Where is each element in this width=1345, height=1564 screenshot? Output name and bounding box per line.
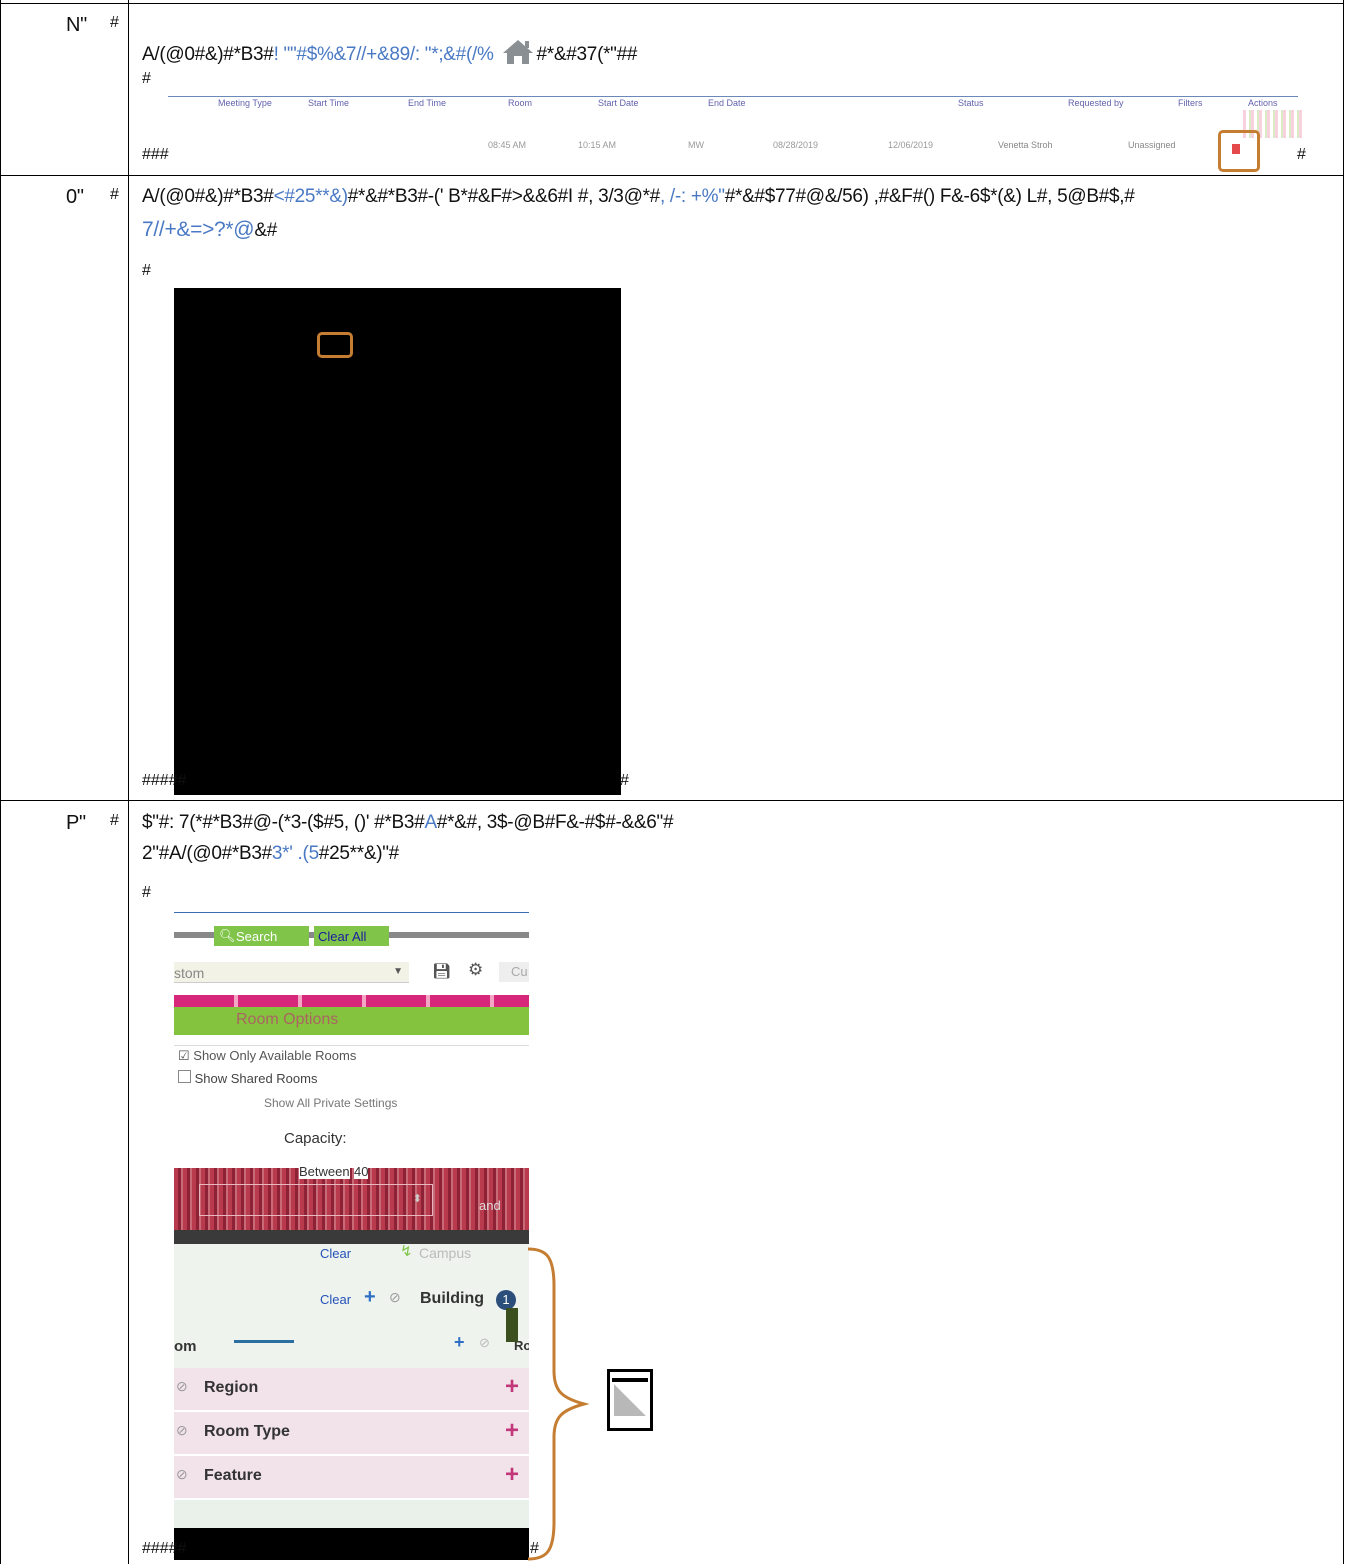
col-header-room: Room xyxy=(508,98,533,108)
col-header-start-date: Start Date xyxy=(598,98,639,108)
col-header-status: Status xyxy=(958,98,984,108)
end-hash-right-2: # xyxy=(620,772,629,789)
step-number-1: N" xyxy=(66,14,87,36)
col-header-filters: Filters xyxy=(1178,98,1203,108)
ban-icon: ⊘ xyxy=(176,1378,188,1394)
room-options-header[interactable]: Room Options xyxy=(174,1007,529,1035)
highlight-box-assign xyxy=(1218,130,1260,172)
home-icon xyxy=(501,38,535,72)
campus-filter-label[interactable]: Campus xyxy=(419,1245,471,1261)
ban-icon: ⊘ xyxy=(389,1289,401,1305)
blank-line-hash-1: # xyxy=(142,70,151,87)
table-border-left xyxy=(0,0,1,1564)
step-3-line-2: 2"#A/(@0#*B3#3*' .(5#25**&)"# xyxy=(142,843,399,864)
capacity-range: Between 40 ⬍ and xyxy=(174,1164,529,1230)
table-column-divider xyxy=(128,0,129,1564)
step-number-3: P" xyxy=(66,812,86,834)
clear-all-button[interactable]: Clear All xyxy=(314,926,389,946)
checkbox-icon xyxy=(178,1070,191,1083)
end-hash-left-1: ### xyxy=(142,146,169,163)
ban-icon: ⊘ xyxy=(176,1466,188,1482)
plus-icon[interactable]: + xyxy=(505,1417,519,1445)
chevron-down-icon: ▼ xyxy=(393,966,403,977)
search-icon: 🔍︎ xyxy=(219,928,236,943)
plus-icon[interactable]: + xyxy=(505,1373,519,1401)
show-all-checkbox[interactable]: Show All Private Settings xyxy=(264,1096,397,1110)
end-hash-right-3: # xyxy=(530,1540,539,1557)
plus-icon[interactable]: + xyxy=(505,1461,519,1489)
redacted-bar xyxy=(174,1528,529,1560)
show-only-available-checkbox[interactable]: ☑ Show Only Available Rooms xyxy=(178,1048,356,1064)
blank-line-hash-2: # xyxy=(142,262,151,279)
step-1-text: A/(@0#&)#*B3#! ""#$%&7//+&89/: "*;&#(/% … xyxy=(142,38,637,72)
table-border-top xyxy=(0,3,1344,4)
spinner-icon: ⬍ xyxy=(412,1193,422,1205)
gear-icon[interactable]: ⚙ xyxy=(468,960,483,980)
highlight-box-2 xyxy=(317,332,353,358)
step-2-line-1: A/(@0#&)#*B3#<#25**&)#*&#*B3#-(' B*#&F#>… xyxy=(142,186,1135,207)
clear-building-link[interactable]: Clear xyxy=(320,1292,351,1307)
instruction-table: N" # A/(@0#&)#*B3#! ""#$%&7//+&89/: "*;&… xyxy=(0,0,1345,1564)
blank-line-hash-3: # xyxy=(142,884,151,901)
saved-search-select[interactable]: stom ▼ xyxy=(174,962,409,983)
building-filter-label[interactable]: Building xyxy=(420,1290,484,1308)
step-3-line-1: $"#: 7(*#*B3#@-(*3-($#5, ()' #*B3#A#*&#,… xyxy=(142,812,674,833)
show-shared-checkbox[interactable]: Show Shared Rooms xyxy=(178,1070,317,1086)
filter-row-room-type[interactable]: ⊘ Room Type + xyxy=(174,1412,529,1454)
room-filter-panel: 🔍︎ Search Clear All stom ▼ 💾︎ ⚙ Cu Room … xyxy=(174,910,529,1560)
checkbox-icon: ☑ xyxy=(178,1048,190,1063)
hash-marker-2: # xyxy=(110,186,119,203)
capacity-label: Capacity: xyxy=(284,1130,347,1147)
filter-row-feature[interactable]: ⊘ Feature + xyxy=(174,1456,529,1498)
table-divider-1 xyxy=(0,175,1344,176)
end-hash-left-2: ##### xyxy=(142,772,187,789)
end-hash-right-1: # xyxy=(1297,146,1306,163)
capacity-min-input[interactable]: ⬍ xyxy=(199,1184,433,1216)
col-header-requested-by: Requested by xyxy=(1068,98,1124,108)
hash-marker-3: # xyxy=(110,812,119,829)
col-header-end-time: End Time xyxy=(408,98,447,108)
clear-campus-link[interactable]: Clear xyxy=(320,1246,351,1261)
table-border-right xyxy=(1343,0,1344,1564)
plus-icon[interactable]: + xyxy=(364,1286,376,1309)
ban-icon: ⊘ xyxy=(176,1422,188,1438)
redacted-screenshot-2 xyxy=(174,288,621,795)
save-icon[interactable]: 💾︎ xyxy=(432,962,451,980)
plus-icon[interactable]: + xyxy=(454,1332,465,1353)
ban-icon: ⊘ xyxy=(479,1335,490,1350)
col-header-start-time: Start Time xyxy=(308,98,350,108)
step-2-line-2: 7//+&=>?*@&# xyxy=(142,218,277,241)
search-button[interactable]: 🔍︎ Search xyxy=(214,926,309,946)
building-count-badge: 1 xyxy=(496,1290,516,1310)
hash-marker-1: # xyxy=(110,14,119,31)
curly-brace xyxy=(527,1247,590,1561)
col-header-meeting-type: Meeting Type xyxy=(218,98,272,108)
step-number-2: 0" xyxy=(66,186,84,208)
filter-row-region[interactable]: ⊘ Region + xyxy=(174,1368,529,1410)
end-hash-left-3: ##### xyxy=(142,1540,187,1557)
check-icon: ↯ xyxy=(400,1243,413,1260)
table-divider-2 xyxy=(0,800,1344,801)
assignments-table-strip: Meeting Type Start Time End Time Room St… xyxy=(168,96,1303,158)
expand-icon xyxy=(607,1369,653,1431)
col-header-end-date: End Date xyxy=(708,98,746,108)
